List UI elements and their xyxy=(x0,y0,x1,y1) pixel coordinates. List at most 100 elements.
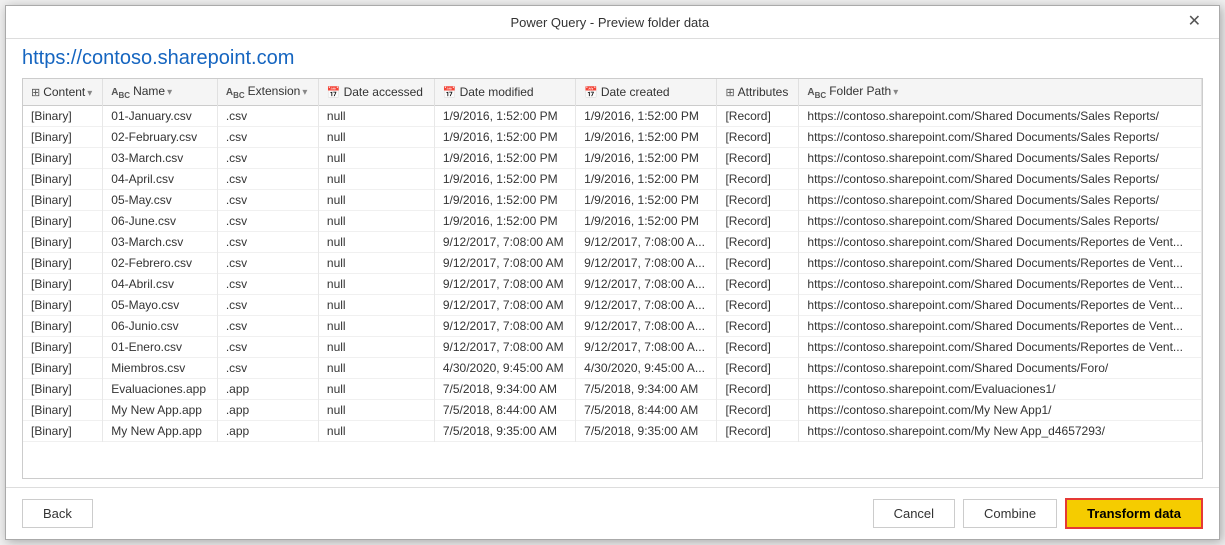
cell-content: [Binary] xyxy=(23,253,103,274)
cell-date_created: 7/5/2018, 9:35:00 AM xyxy=(576,421,717,442)
col-label: Date created xyxy=(601,85,670,99)
cell-date_created: 9/12/2017, 7:08:00 A... xyxy=(576,274,717,295)
filter-icon[interactable]: ▾ xyxy=(893,87,898,98)
table-row[interactable]: [Binary]01-Enero.csv.csvnull9/12/2017, 7… xyxy=(23,337,1202,358)
cell-extension: .csv xyxy=(217,211,318,232)
table-row[interactable]: [Binary]Miembros.csv.csvnull4/30/2020, 9… xyxy=(23,358,1202,379)
col-header-content[interactable]: ⊞Content▾ xyxy=(23,79,103,106)
cell-date_accessed: null xyxy=(318,190,434,211)
cell-date_created: 7/5/2018, 9:34:00 AM xyxy=(576,379,717,400)
cell-attributes: [Record] xyxy=(717,421,799,442)
cell-extension: .csv xyxy=(217,316,318,337)
cell-attributes: [Record] xyxy=(717,274,799,295)
cell-content: [Binary] xyxy=(23,379,103,400)
filter-icon[interactable]: ▾ xyxy=(302,87,307,98)
cell-extension: .csv xyxy=(217,232,318,253)
col-header-attributes[interactable]: ⊞ Attributes xyxy=(717,79,799,106)
table-row[interactable]: [Binary]03-March.csv.csvnull9/12/2017, 7… xyxy=(23,232,1202,253)
table-row[interactable]: [Binary]02-Febrero.csv.csvnull9/12/2017,… xyxy=(23,253,1202,274)
col-header-name[interactable]: ABCName▾ xyxy=(103,79,218,106)
cell-date_modified: 9/12/2017, 7:08:00 AM xyxy=(434,232,575,253)
filter-icon[interactable]: ▾ xyxy=(87,88,92,99)
cell-date_accessed: null xyxy=(318,421,434,442)
cell-date_created: 9/12/2017, 7:08:00 A... xyxy=(576,337,717,358)
cell-attributes: [Record] xyxy=(717,316,799,337)
cell-folder_path: https://contoso.sharepoint.com/Shared Do… xyxy=(799,190,1202,211)
cell-date_modified: 1/9/2016, 1:52:00 PM xyxy=(434,169,575,190)
cancel-button[interactable]: Cancel xyxy=(873,499,955,528)
table-row[interactable]: [Binary]05-May.csv.csvnull1/9/2016, 1:52… xyxy=(23,190,1202,211)
cell-attributes: [Record] xyxy=(717,169,799,190)
col-header-date_accessed[interactable]: 📅Date accessed xyxy=(318,79,434,106)
cell-attributes: [Record] xyxy=(717,106,799,127)
list-icon: ⊞ xyxy=(725,86,734,99)
cell-date_modified: 9/12/2017, 7:08:00 AM xyxy=(434,337,575,358)
cell-name: 03-March.csv xyxy=(103,232,218,253)
cell-folder_path: https://contoso.sharepoint.com/My New Ap… xyxy=(799,421,1202,442)
cell-folder_path: https://contoso.sharepoint.com/My New Ap… xyxy=(799,400,1202,421)
cell-attributes: [Record] xyxy=(717,148,799,169)
cell-date_accessed: null xyxy=(318,106,434,127)
table-row[interactable]: [Binary]02-February.csv.csvnull1/9/2016,… xyxy=(23,127,1202,148)
transform-button[interactable]: Transform data xyxy=(1065,498,1203,529)
table-row[interactable]: [Binary]01-January.csv.csvnull1/9/2016, … xyxy=(23,106,1202,127)
cell-content: [Binary] xyxy=(23,421,103,442)
cell-name: Evaluaciones.app xyxy=(103,379,218,400)
col-header-folder_path[interactable]: ABCFolder Path▾ xyxy=(799,79,1202,106)
cell-date_created: 4/30/2020, 9:45:00 A... xyxy=(576,358,717,379)
col-header-date_modified[interactable]: 📅Date modified xyxy=(434,79,575,106)
cell-name: 06-June.csv xyxy=(103,211,218,232)
cell-date_accessed: null xyxy=(318,127,434,148)
cell-folder_path: https://contoso.sharepoint.com/Shared Do… xyxy=(799,232,1202,253)
abc-icon: ABC xyxy=(111,87,130,100)
close-button[interactable]: ✕ xyxy=(1182,12,1207,32)
cell-content: [Binary] xyxy=(23,337,103,358)
col-header-date_created[interactable]: 📅Date created xyxy=(576,79,717,106)
cell-extension: .csv xyxy=(217,169,318,190)
table-row[interactable]: [Binary]03-March.csv.csvnull1/9/2016, 1:… xyxy=(23,148,1202,169)
cell-date_created: 1/9/2016, 1:52:00 PM xyxy=(576,148,717,169)
cell-name: My New App.app xyxy=(103,421,218,442)
cell-date_created: 9/12/2017, 7:08:00 A... xyxy=(576,253,717,274)
cell-date_accessed: null xyxy=(318,316,434,337)
cell-name: My New App.app xyxy=(103,400,218,421)
cell-date_modified: 7/5/2018, 9:35:00 AM xyxy=(434,421,575,442)
calendar-icon: 📅 xyxy=(327,86,341,99)
cell-extension: .app xyxy=(217,421,318,442)
filter-icon[interactable]: ▾ xyxy=(167,87,172,98)
cell-attributes: [Record] xyxy=(717,211,799,232)
combine-button[interactable]: Combine xyxy=(963,499,1057,528)
cell-name: 05-Mayo.csv xyxy=(103,295,218,316)
cell-date_accessed: null xyxy=(318,337,434,358)
table-row[interactable]: [Binary]04-April.csv.csvnull1/9/2016, 1:… xyxy=(23,169,1202,190)
col-header-extension[interactable]: ABCExtension▾ xyxy=(217,79,318,106)
cell-date_accessed: null xyxy=(318,358,434,379)
table-row[interactable]: [Binary]06-Junio.csv.csvnull9/12/2017, 7… xyxy=(23,316,1202,337)
table-row[interactable]: [Binary]Evaluaciones.app.appnull7/5/2018… xyxy=(23,379,1202,400)
back-button[interactable]: Back xyxy=(22,499,93,528)
cell-date_modified: 9/12/2017, 7:08:00 AM xyxy=(434,274,575,295)
col-label: Date accessed xyxy=(344,85,423,99)
cell-extension: .csv xyxy=(217,274,318,295)
cell-folder_path: https://contoso.sharepoint.com/Shared Do… xyxy=(799,295,1202,316)
cell-date_accessed: null xyxy=(318,400,434,421)
col-label: Attributes xyxy=(738,85,789,99)
cell-attributes: [Record] xyxy=(717,337,799,358)
footer: Back Cancel Combine Transform data xyxy=(6,487,1219,539)
cell-content: [Binary] xyxy=(23,169,103,190)
col-label: Name xyxy=(133,84,165,98)
cell-content: [Binary] xyxy=(23,211,103,232)
table-row[interactable]: [Binary]05-Mayo.csv.csvnull9/12/2017, 7:… xyxy=(23,295,1202,316)
cell-name: 04-April.csv xyxy=(103,169,218,190)
footer-right: Cancel Combine Transform data xyxy=(873,498,1203,529)
cell-content: [Binary] xyxy=(23,316,103,337)
table-row[interactable]: [Binary]My New App.app.appnull7/5/2018, … xyxy=(23,400,1202,421)
cell-extension: .csv xyxy=(217,337,318,358)
table-wrapper[interactable]: ⊞Content▾ABCName▾ABCExtension▾📅Date acce… xyxy=(22,78,1203,479)
cell-name: 03-March.csv xyxy=(103,148,218,169)
table-row[interactable]: [Binary]My New App.app.appnull7/5/2018, … xyxy=(23,421,1202,442)
table-row[interactable]: [Binary]04-Abril.csv.csvnull9/12/2017, 7… xyxy=(23,274,1202,295)
cell-folder_path: https://contoso.sharepoint.com/Shared Do… xyxy=(799,148,1202,169)
table-row[interactable]: [Binary]06-June.csv.csvnull1/9/2016, 1:5… xyxy=(23,211,1202,232)
cell-content: [Binary] xyxy=(23,190,103,211)
